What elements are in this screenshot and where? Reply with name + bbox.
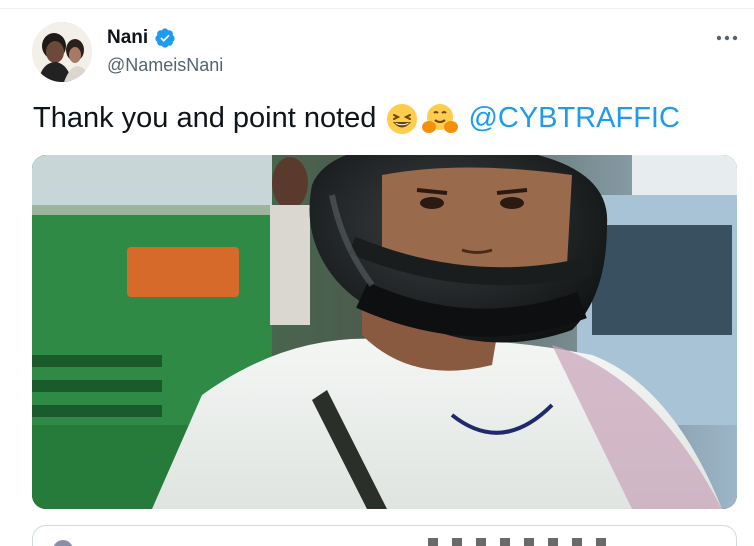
tweet-text: Thank you and point noted @CYBTRAFFIC bbox=[33, 102, 680, 135]
quoted-tweet-header bbox=[428, 538, 618, 546]
quoted-tweet-card[interactable] bbox=[32, 525, 737, 546]
divider bbox=[0, 8, 754, 9]
handle[interactable]: @NameisNani bbox=[107, 55, 223, 76]
more-options-icon[interactable] bbox=[714, 28, 740, 48]
display-name[interactable]: Nani bbox=[107, 27, 148, 49]
verified-badge-icon bbox=[154, 27, 176, 49]
mention-link[interactable]: @CYBTRAFFIC bbox=[468, 102, 680, 135]
grinning-squinting-face-icon bbox=[386, 103, 418, 135]
hugging-face-icon bbox=[422, 103, 459, 135]
tweet-media-image[interactable] bbox=[32, 155, 737, 509]
quoted-tweet-avatar bbox=[53, 540, 73, 546]
tweet-card: Nani @NameisNani Thank you and point not… bbox=[0, 0, 754, 546]
tweet-body: Thank you and point noted bbox=[33, 102, 377, 134]
avatar[interactable] bbox=[32, 22, 92, 82]
